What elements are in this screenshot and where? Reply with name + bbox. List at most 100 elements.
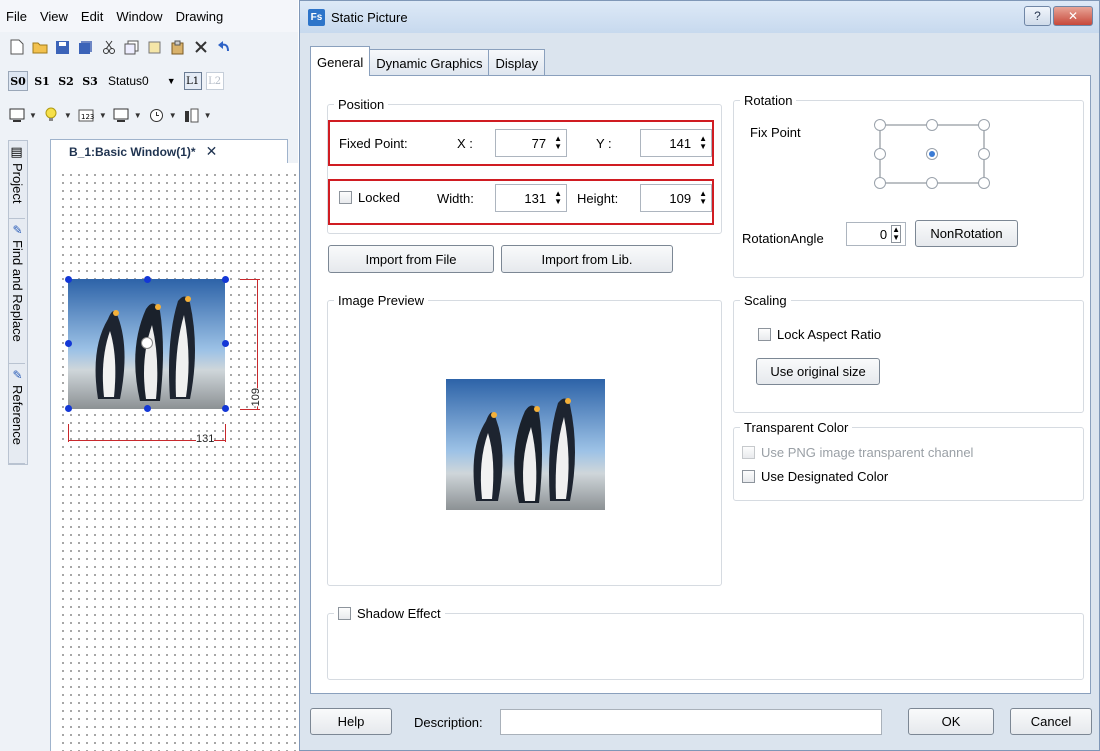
delete-icon[interactable]: [192, 39, 209, 56]
png-channel-checkbox[interactable]: Use PNG image transparent channel: [742, 445, 973, 460]
status-s3-button[interactable]: S3: [80, 71, 100, 91]
paste-icon[interactable]: [169, 39, 186, 56]
fix-point-radio[interactable]: [874, 148, 886, 160]
preview-image: [446, 379, 605, 510]
x-value: 77: [531, 135, 547, 151]
save-all-icon[interactable]: [77, 39, 94, 56]
side-tab-reference[interactable]: ✎ Reference: [9, 364, 25, 464]
close-icon[interactable]: ✕: [1053, 6, 1093, 26]
designated-color-label: Use Designated Color: [761, 469, 889, 484]
x-spinbox[interactable]: 77 ▲ ▼: [495, 129, 567, 157]
document-tab[interactable]: B_1:Basic Window(1)* ✕: [50, 139, 288, 163]
help-icon[interactable]: ?: [1024, 6, 1051, 26]
chevron-down-icon[interactable]: ▼: [29, 111, 37, 120]
spin-arrows-icon[interactable]: ▲ ▼: [891, 225, 901, 243]
import-from-lib-button[interactable]: Import from Lib.: [501, 245, 673, 273]
bar-graph-icon[interactable]: [183, 107, 200, 124]
tab-dynamic-graphics[interactable]: Dynamic Graphics: [369, 49, 490, 75]
width-dimension-label: 131: [196, 433, 215, 445]
menu-window[interactable]: Window: [116, 9, 162, 24]
dot-grid-canvas[interactable]: [59, 171, 298, 751]
locked-checkbox[interactable]: Locked: [339, 190, 400, 205]
spin-arrows-icon[interactable]: ▲ ▼: [699, 190, 707, 206]
tab-display[interactable]: Display: [488, 49, 546, 75]
fix-point-radio[interactable]: [874, 177, 886, 189]
resize-handle[interactable]: [222, 340, 229, 347]
menu-view[interactable]: View: [40, 9, 68, 24]
chevron-down-icon[interactable]: ▼: [134, 111, 142, 120]
x-label: X :: [457, 136, 473, 151]
chevron-down-icon[interactable]: ▼: [169, 111, 177, 120]
spin-arrows-icon[interactable]: ▲ ▼: [554, 135, 562, 151]
fix-point-selector[interactable]: [874, 119, 990, 189]
chevron-down-icon[interactable]: ▼: [99, 111, 107, 120]
resize-handle[interactable]: [65, 340, 72, 347]
y-spinbox[interactable]: 141 ▲ ▼: [640, 129, 712, 157]
menu-edit[interactable]: Edit: [81, 9, 103, 24]
width-label: Width:: [437, 191, 474, 206]
status-s2-button[interactable]: S2: [56, 71, 76, 91]
fix-point-radio-selected[interactable]: [926, 148, 938, 160]
spin-arrows-icon[interactable]: ▲ ▼: [554, 190, 562, 206]
rotation-center-handle[interactable]: [141, 337, 153, 349]
description-input[interactable]: [500, 709, 882, 735]
import-from-file-button[interactable]: Import from File: [328, 245, 494, 273]
help-button[interactable]: Help: [310, 708, 392, 735]
menu-file[interactable]: File: [6, 9, 27, 24]
resize-handle[interactable]: [65, 276, 72, 283]
menu-drawing[interactable]: Drawing: [176, 9, 224, 24]
undo-icon[interactable]: [215, 39, 232, 56]
nonrotation-button[interactable]: NonRotation: [915, 220, 1018, 247]
canvas-area: [50, 163, 298, 751]
copy-icon[interactable]: [123, 39, 140, 56]
lamp-icon[interactable]: [43, 107, 60, 124]
shadow-effect-checkbox[interactable]: Shadow Effect: [334, 606, 445, 621]
new-file-icon[interactable]: [8, 39, 25, 56]
scaling-group-label: Scaling: [740, 293, 791, 308]
image-preview-group: Image Preview: [327, 293, 722, 586]
side-tab-project[interactable]: ▤ Project: [9, 141, 25, 219]
height-spinbox[interactable]: 109 ▲ ▼: [640, 184, 712, 212]
fix-point-radio[interactable]: [978, 177, 990, 189]
number-display-icon[interactable]: 123: [78, 107, 95, 124]
fix-point-radio[interactable]: [978, 148, 990, 160]
layer-l1-button[interactable]: L1: [183, 72, 202, 90]
resize-handle[interactable]: [144, 276, 151, 283]
layer-l2-button[interactable]: L2: [205, 72, 224, 90]
resize-handle[interactable]: [222, 276, 229, 283]
resize-handle[interactable]: [144, 405, 151, 412]
save-icon[interactable]: [54, 39, 71, 56]
chevron-down-icon[interactable]: ▼: [204, 111, 212, 120]
resize-handle[interactable]: [222, 405, 229, 412]
spin-arrows-icon[interactable]: ▲ ▼: [699, 135, 707, 151]
cut-icon[interactable]: [100, 39, 117, 56]
copy-format-icon[interactable]: [146, 39, 163, 56]
cancel-button[interactable]: Cancel: [1010, 708, 1092, 735]
lock-aspect-ratio-checkbox[interactable]: Lock Aspect Ratio: [758, 327, 881, 342]
clock-icon[interactable]: [148, 107, 165, 124]
ok-button[interactable]: OK: [908, 708, 994, 735]
window-icon[interactable]: [113, 107, 130, 124]
lock-aspect-ratio-label: Lock Aspect Ratio: [777, 327, 882, 342]
fix-point-radio[interactable]: [926, 119, 938, 131]
y-value: 141: [669, 135, 692, 151]
status-s1-button[interactable]: S1: [32, 71, 52, 91]
fix-point-radio[interactable]: [926, 177, 938, 189]
fix-point-radio[interactable]: [978, 119, 990, 131]
chevron-down-icon[interactable]: ▼: [64, 111, 72, 120]
resize-handle[interactable]: [65, 405, 72, 412]
side-tab-label: Reference: [10, 385, 25, 445]
fix-point-radio[interactable]: [874, 119, 886, 131]
width-spinbox[interactable]: 131 ▲ ▼: [495, 184, 567, 212]
rotation-angle-spinbox[interactable]: 0 ▲ ▼: [846, 222, 906, 246]
use-original-size-button[interactable]: Use original size: [756, 358, 880, 385]
close-icon[interactable]: ✕: [206, 143, 218, 160]
side-tab-find-replace[interactable]: ✎ Find and Replace: [9, 219, 25, 364]
fixed-point-label: Fixed Point:: [339, 136, 408, 151]
tab-general[interactable]: General: [310, 46, 371, 76]
status-select[interactable]: Status0 ▼: [108, 74, 176, 88]
designated-color-checkbox[interactable]: Use Designated Color: [742, 469, 888, 484]
screen-icon[interactable]: [8, 107, 25, 124]
status-s0-button[interactable]: S0: [8, 71, 28, 91]
open-folder-icon[interactable]: [31, 39, 48, 56]
